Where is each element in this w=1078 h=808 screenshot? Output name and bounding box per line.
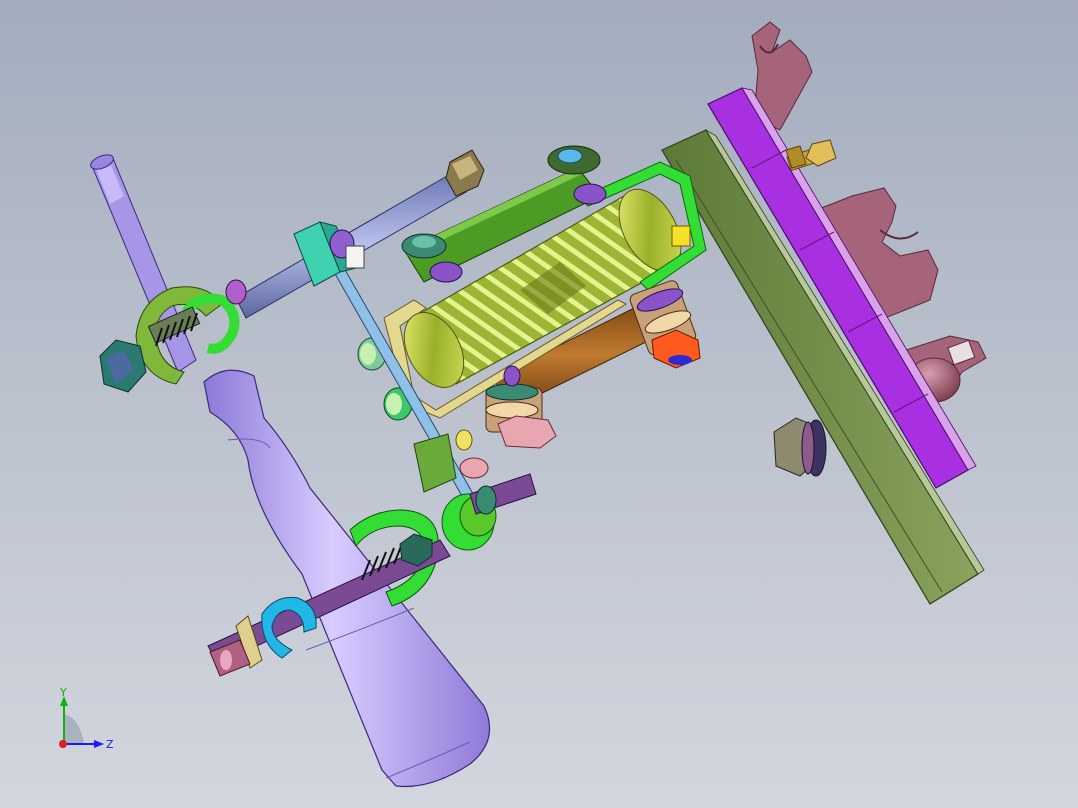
cad-viewport[interactable]: Y Z (0, 0, 1078, 808)
assembly-model[interactable] (0, 0, 1078, 808)
right-bolt-stack (629, 280, 701, 369)
brass-bolt (785, 139, 837, 172)
x-axis-dot (59, 740, 67, 748)
yellow-spacer (671, 225, 691, 247)
coordinate-triad: Y Z (59, 686, 114, 751)
plate-hex-nut (773, 417, 827, 477)
y-axis-label: Y (59, 686, 67, 699)
z-axis-label: Z (106, 738, 114, 751)
